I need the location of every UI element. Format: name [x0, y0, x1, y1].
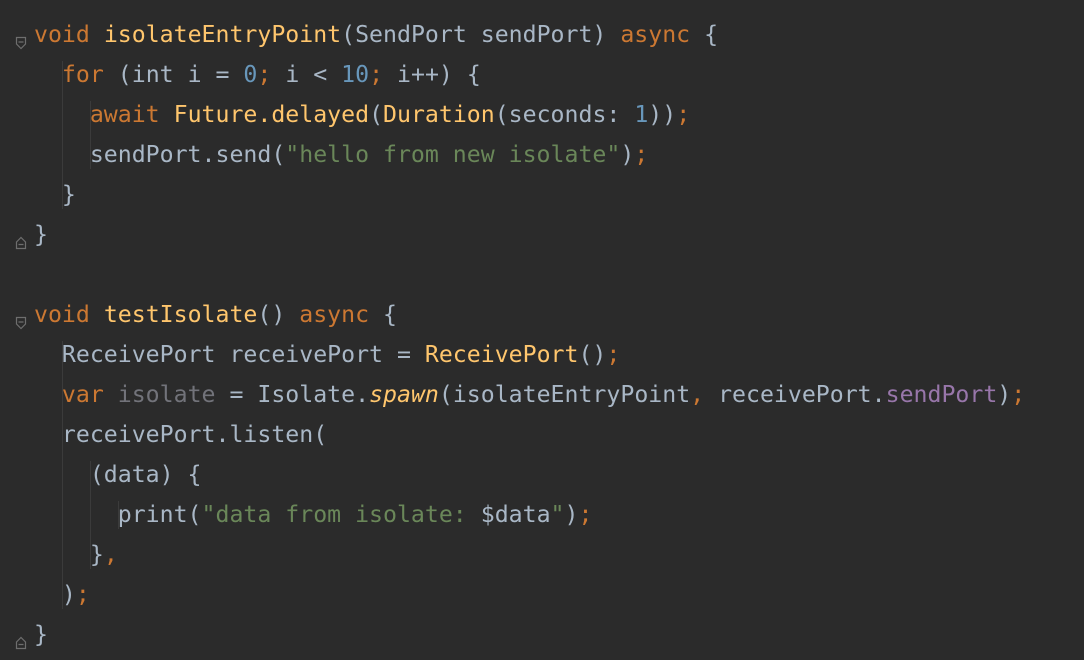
code-token: { — [369, 301, 397, 328]
code-line: receivePort.listen( — [34, 415, 327, 455]
code-token: 1 — [634, 101, 649, 128]
code-token: ) — [997, 381, 1012, 408]
code-token: () — [578, 341, 607, 368]
code-token: (SendPort sendPort) — [341, 21, 621, 48]
code-token: , — [690, 381, 705, 408]
code-token: 0 — [243, 61, 258, 88]
code-token: ) — [34, 581, 76, 608]
code-token: receivePort.listen( — [34, 421, 328, 448]
fold-close-icon[interactable] — [14, 229, 28, 250]
code-token: { — [690, 21, 719, 48]
code-token: "hello from new isolate" — [285, 141, 621, 168]
code-token: Future.delayed — [173, 101, 370, 128]
code-token: i++) { — [383, 61, 481, 88]
code-token: ; — [578, 501, 593, 528]
code-line: for (int i = 0; i < 10; i++) { — [34, 55, 481, 95]
fold-close-icon[interactable] — [14, 629, 28, 650]
code-line: var isolate = Isolate.spawn(isolateEntry… — [34, 375, 1025, 415]
code-token: "data from isolate: — [201, 501, 481, 528]
code-token: } — [34, 181, 76, 208]
code-token: ( — [369, 101, 384, 128]
fold-open-icon[interactable] — [14, 309, 28, 330]
code-token: $data — [480, 501, 551, 528]
code-token: " — [550, 501, 565, 528]
code-line: sendPort.send("hello from new isolate"); — [34, 135, 648, 175]
code-token: Duration — [383, 101, 495, 128]
code-token: ReceivePort receivePort = — [34, 341, 425, 368]
code-token: isolateEntryPoint — [103, 21, 342, 48]
code-token: } — [34, 221, 48, 248]
code-token: , — [103, 541, 118, 568]
code-token: (data) { — [34, 461, 202, 488]
code-token: 10 — [341, 61, 370, 88]
code-token: print( — [34, 501, 202, 528]
code-token: (int i = — [103, 61, 244, 88]
code-token: void — [34, 301, 104, 328]
code-token: spawn — [369, 381, 439, 408]
code-token: } — [34, 621, 48, 648]
code-token: for — [61, 61, 104, 88]
code-line: ReceivePort receivePort = ReceivePort(); — [34, 335, 620, 375]
code-token: testIsolate — [103, 301, 258, 328]
code-line: print("data from isolate: $data"); — [34, 495, 593, 535]
code-line: } — [34, 175, 76, 215]
code-token: ) — [620, 141, 635, 168]
code-line: ); — [34, 575, 90, 615]
fold-open-icon[interactable] — [14, 29, 28, 50]
code-line: }, — [34, 535, 118, 575]
code-line: } — [34, 215, 48, 255]
code-line: } — [34, 615, 48, 655]
code-token: ; — [606, 341, 621, 368]
code-token: } — [34, 541, 104, 568]
code-token: ; — [1011, 381, 1026, 408]
code-token: ; — [634, 141, 649, 168]
code-token: async — [299, 301, 370, 328]
code-token: await — [89, 101, 174, 128]
code-token: async — [620, 21, 691, 48]
code-token: )) — [648, 101, 677, 128]
code-token: (seconds: — [494, 101, 635, 128]
code-token: sendPort.send( — [34, 141, 286, 168]
code-token: var — [61, 381, 118, 408]
code-line: void testIsolate() async { — [34, 295, 397, 335]
code-token: receivePort. — [704, 381, 886, 408]
code-token: ) — [564, 501, 579, 528]
code-line: void isolateEntryPoint(SendPort sendPort… — [34, 15, 718, 55]
code-token: ; — [676, 101, 691, 128]
code-token: ; — [257, 61, 272, 88]
code-token: void — [34, 21, 104, 48]
code-token: = Isolate. — [215, 381, 370, 408]
code-token: ReceivePort — [424, 341, 579, 368]
code-token: sendPort — [885, 381, 998, 408]
code-token: isolate — [117, 381, 216, 408]
code-token: (isolateEntryPoint — [438, 381, 691, 408]
code-token: ; — [369, 61, 384, 88]
code-token: ; — [75, 581, 90, 608]
code-line: (data) { — [34, 455, 202, 495]
code-line: await Future.delayed(Duration(seconds: 1… — [34, 95, 690, 135]
code-token: i < — [271, 61, 342, 88]
code-token: () — [257, 301, 300, 328]
code-editor[interactable]: void isolateEntryPoint(SendPort sendPort… — [0, 0, 1084, 660]
